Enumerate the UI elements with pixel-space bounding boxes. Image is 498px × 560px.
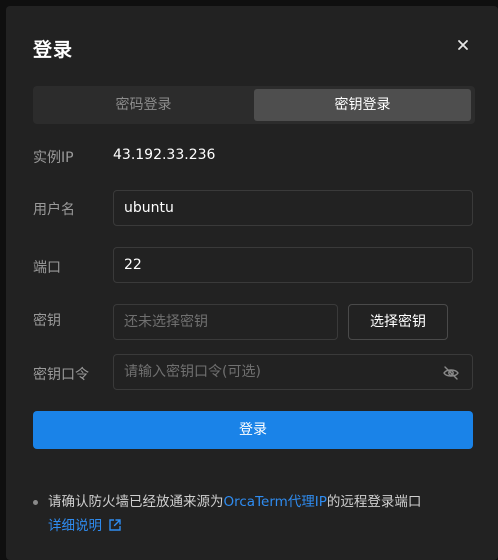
details-line: 详细说明 xyxy=(48,514,122,538)
login-dialog: 登录 密码登录 密钥登录 实例IP 43.192.33.236 用户名 ubun… xyxy=(6,6,498,560)
port-input[interactable]: 22 xyxy=(113,247,473,283)
notice-text-before: 请确认防火墙已经放通来源为 xyxy=(48,494,224,510)
login-submit-button[interactable]: 登录 xyxy=(33,411,473,449)
eye-off-icon[interactable] xyxy=(442,364,460,382)
ip-value: 43.192.33.236 xyxy=(113,147,216,163)
notice-line: 请确认防火墙已经放通来源为OrcaTerm代理IP的远程登录端口 xyxy=(48,490,421,514)
tab-password-login[interactable]: 密码登录 xyxy=(36,89,251,121)
login-method-tabs: 密码登录 密钥登录 xyxy=(33,86,475,124)
close-icon[interactable] xyxy=(454,36,472,54)
key-label: 密钥 xyxy=(33,313,61,329)
details-link[interactable]: 详细说明 xyxy=(48,518,102,534)
select-key-button[interactable]: 选择密钥 xyxy=(348,304,448,340)
proxy-ip-link[interactable]: OrcaTerm代理IP xyxy=(224,494,327,510)
username-input[interactable]: ubuntu xyxy=(113,190,473,226)
username-label: 用户名 xyxy=(33,202,75,218)
key-input[interactable]: 还未选择密钥 xyxy=(113,304,338,340)
tab-key-login[interactable]: 密钥登录 xyxy=(254,89,471,121)
dialog-title: 登录 xyxy=(33,39,74,61)
passphrase-label: 密钥口令 xyxy=(33,367,89,383)
passphrase-input[interactable]: 请输入密钥口令(可选) xyxy=(113,354,473,390)
external-link-icon[interactable] xyxy=(108,518,122,532)
notice-text-after: 的远程登录端口 xyxy=(326,494,422,510)
passphrase-placeholder: 请输入密钥口令(可选) xyxy=(124,364,261,380)
bullet-dot xyxy=(33,500,38,505)
port-label: 端口 xyxy=(33,260,61,276)
ip-label: 实例IP xyxy=(33,150,74,166)
